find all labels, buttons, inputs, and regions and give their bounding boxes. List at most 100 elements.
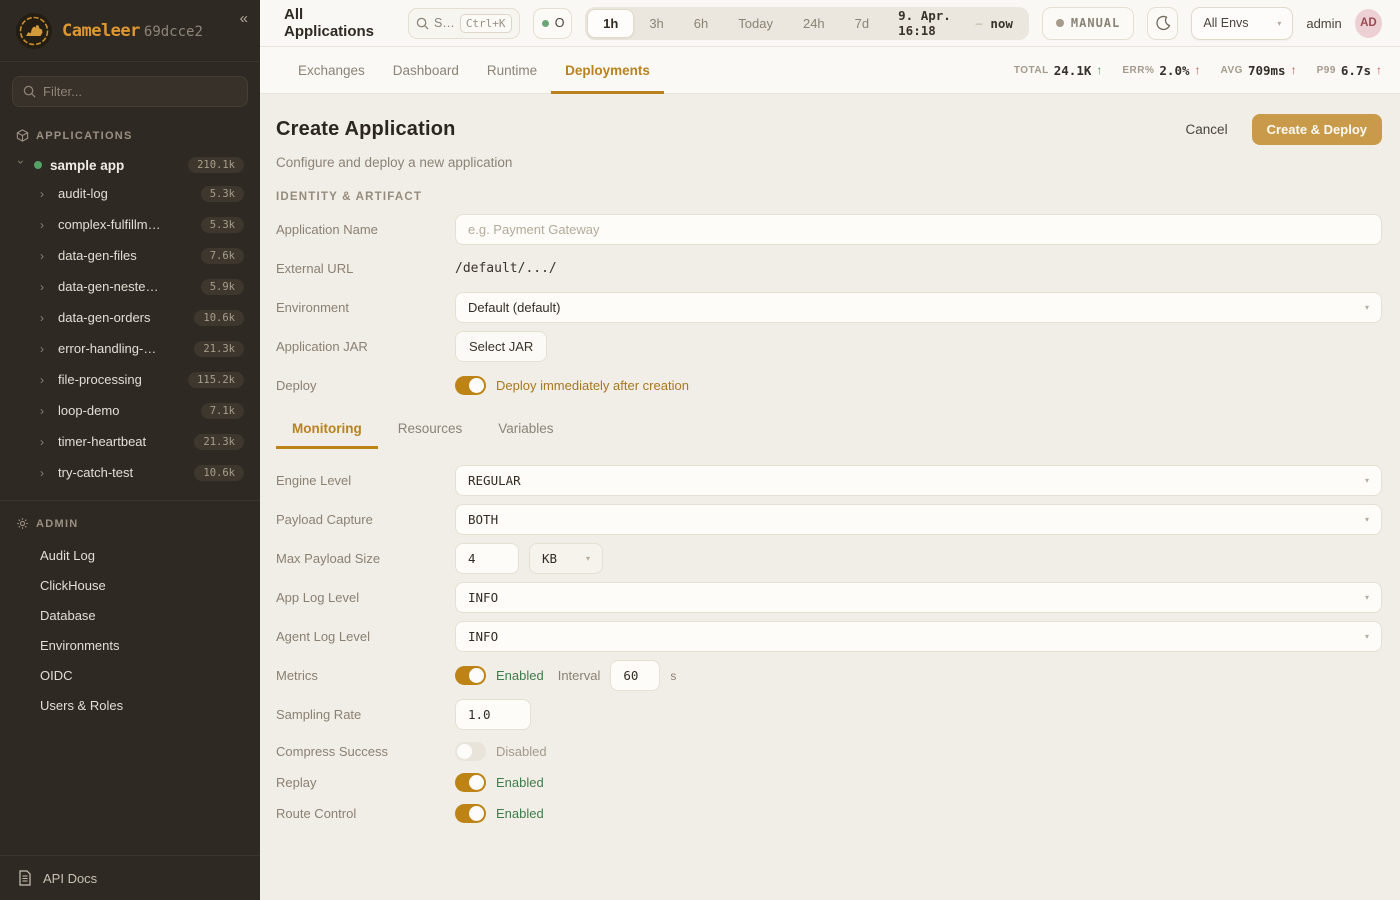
admin-item-audit-log[interactable]: Audit Log	[0, 540, 260, 570]
time-range-6h[interactable]: 6h	[679, 9, 723, 38]
form-row-metrics: Metrics Enabled Interval s	[276, 660, 1382, 691]
chevron-right-icon[interactable]: ›	[40, 188, 50, 200]
payload-capture-label: Payload Capture	[276, 512, 455, 527]
count-badge: 7.6k	[201, 248, 244, 264]
app-title: Cameleer69dcce2	[62, 21, 203, 41]
collapse-sidebar-icon[interactable]: «	[240, 10, 248, 27]
subtab-monitoring[interactable]: Monitoring	[276, 421, 378, 449]
form-row-payload-capture: Payload Capture BOTH ▾	[276, 504, 1382, 535]
application-jar-label: Application JAR	[276, 339, 455, 354]
admin-item-oidc[interactable]: OIDC	[0, 660, 260, 690]
online-status-dot	[542, 20, 549, 27]
max-payload-size-input[interactable]	[468, 551, 506, 566]
filter-input[interactable]: Filter...	[12, 76, 248, 107]
compress-success-toggle[interactable]	[455, 742, 486, 761]
chevron-right-icon[interactable]: ›	[40, 343, 50, 355]
page-subtitle: Configure and deploy a new application	[276, 155, 1382, 170]
time-range-24h[interactable]: 24h	[788, 9, 840, 38]
select-jar-button[interactable]: Select JAR	[455, 331, 547, 362]
chevron-right-icon[interactable]: ›	[40, 374, 50, 386]
engine-level-select[interactable]: REGULAR ▾	[455, 465, 1382, 496]
replay-toggle[interactable]	[455, 773, 486, 792]
tree-item-route[interactable]: › loop-demo 7.1k	[10, 395, 250, 426]
cancel-button[interactable]: Cancel	[1178, 116, 1236, 143]
search-icon	[416, 17, 429, 30]
count-badge: 21.3k	[194, 434, 244, 450]
tree-item-route[interactable]: › try-catch-test 10.6k	[10, 457, 250, 488]
admin-item-clickhouse[interactable]: ClickHouse	[0, 570, 260, 600]
refresh-mode-button[interactable]: MANUAL	[1042, 7, 1134, 40]
form-row-environment: Environment Default (default) ▾	[276, 292, 1382, 323]
environment-select[interactable]: Default (default) ▾	[455, 292, 1382, 323]
chevron-down-icon: ▾	[1277, 19, 1281, 28]
time-range-today[interactable]: Today	[723, 9, 788, 38]
online-status-pill[interactable]: O	[533, 8, 572, 39]
chevron-right-icon[interactable]: ›	[40, 219, 50, 231]
stat-label: TOTAL	[1014, 65, 1049, 76]
payload-unit-select[interactable]: KB ▾	[529, 543, 603, 574]
manual-mode-dot	[1056, 19, 1064, 27]
admin-item-users-roles[interactable]: Users & Roles	[0, 690, 260, 720]
metrics-interval-input[interactable]	[623, 668, 647, 683]
user-name: admin	[1306, 16, 1341, 31]
theme-toggle-button[interactable]	[1147, 7, 1178, 40]
application-name-field-wrap	[455, 214, 1382, 245]
form-row-sampling-rate: Sampling Rate	[276, 699, 1382, 730]
global-search-input[interactable]: S… Ctrl+K	[408, 8, 520, 39]
form-row-compress-success: Compress Success Disabled	[276, 738, 1382, 764]
subtab-resources[interactable]: Resources	[382, 421, 479, 449]
tree-item-route[interactable]: › data-gen-neste… 5.9k	[10, 271, 250, 302]
chevron-right-icon[interactable]: ›	[40, 250, 50, 262]
range-start: 9. Apr. 16:18	[898, 8, 967, 38]
route-name: timer-heartbeat	[58, 434, 146, 449]
chevron-right-icon[interactable]: ›	[40, 405, 50, 417]
page-title: Create Application	[276, 118, 456, 141]
tab-deployments[interactable]: Deployments	[551, 47, 664, 94]
tree-item-route[interactable]: › data-gen-orders 10.6k	[10, 302, 250, 333]
tree-item-route[interactable]: › complex-fulfillm… 5.3k	[10, 209, 250, 240]
environment-filter-select[interactable]: All Envs ▾	[1191, 7, 1293, 40]
tree-item-route[interactable]: › data-gen-files 7.6k	[10, 240, 250, 271]
agent-log-level-label: Agent Log Level	[276, 629, 455, 644]
tree-item-route[interactable]: › timer-heartbeat 21.3k	[10, 426, 250, 457]
agent-log-level-value: INFO	[468, 629, 498, 644]
tab-exchanges[interactable]: Exchanges	[284, 47, 379, 94]
form-row-route-control: Route Control Enabled	[276, 800, 1382, 826]
time-range-3h[interactable]: 3h	[634, 9, 678, 38]
user-avatar[interactable]: AD	[1355, 9, 1382, 38]
chevron-right-icon[interactable]: ›	[40, 436, 50, 448]
tab-runtime[interactable]: Runtime	[473, 47, 551, 94]
route-control-toggle[interactable]	[455, 804, 486, 823]
sampling-rate-input[interactable]	[468, 707, 518, 722]
max-payload-size-field-wrap	[455, 543, 519, 574]
chevron-right-icon[interactable]: ›	[40, 281, 50, 293]
external-url-label: External URL	[276, 261, 455, 276]
application-name-input[interactable]	[468, 222, 1369, 237]
chevron-down-icon[interactable]: ›	[15, 160, 27, 170]
tree-item-route[interactable]: › audit-log 5.3k	[10, 178, 250, 209]
count-badge: 210.1k	[188, 157, 244, 173]
agent-log-level-select[interactable]: INFO ▾	[455, 621, 1382, 652]
tab-dashboard[interactable]: Dashboard	[379, 47, 473, 94]
time-range-1h[interactable]: 1h	[587, 9, 634, 38]
tree-item-route[interactable]: › file-processing 115.2k	[10, 364, 250, 395]
stat-value: 24.1K	[1054, 63, 1092, 78]
time-range-display[interactable]: 9. Apr. 16:18 – now	[884, 8, 1027, 38]
admin-item-database[interactable]: Database	[0, 600, 260, 630]
time-range-7d[interactable]: 7d	[840, 9, 884, 38]
form-row-deploy: Deploy Deploy immediately after creation	[276, 370, 1382, 401]
chevron-right-icon[interactable]: ›	[40, 312, 50, 324]
chevron-right-icon[interactable]: ›	[40, 467, 50, 479]
admin-item-environments[interactable]: Environments	[0, 630, 260, 660]
form-row-replay: Replay Enabled	[276, 769, 1382, 795]
tree-item-route[interactable]: › error-handling-… 21.3k	[10, 333, 250, 364]
chevron-down-icon: ▾	[1365, 632, 1369, 641]
create-deploy-button[interactable]: Create & Deploy	[1252, 114, 1382, 145]
api-docs-link[interactable]: API Docs	[0, 855, 260, 900]
app-log-level-select[interactable]: INFO ▾	[455, 582, 1382, 613]
metrics-toggle[interactable]	[455, 666, 486, 685]
tree-item-sample-app[interactable]: › sample app 210.1k	[10, 152, 250, 178]
deploy-toggle[interactable]	[455, 376, 486, 395]
subtab-variables[interactable]: Variables	[482, 421, 569, 449]
payload-capture-select[interactable]: BOTH ▾	[455, 504, 1382, 535]
